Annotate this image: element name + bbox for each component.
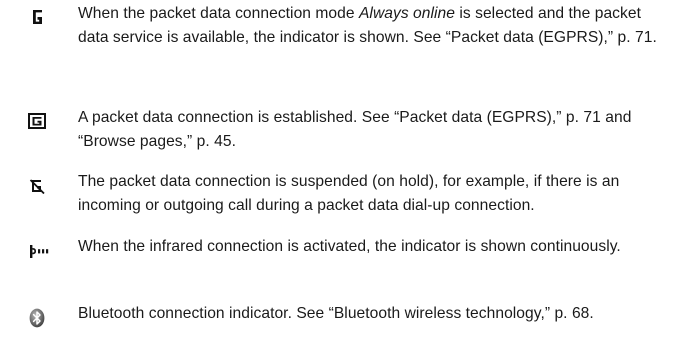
indicator-description: When the packet data connection mode Alw… bbox=[78, 5, 657, 46]
indicator-description: The packet data connection is suspended … bbox=[78, 173, 620, 214]
indicator-description: Bluetooth connection indicator. See “Blu… bbox=[78, 305, 594, 322]
packet-data-established-icon bbox=[28, 111, 46, 131]
packet-data-available-icon bbox=[28, 7, 46, 27]
packet-data-suspended-icon bbox=[28, 176, 46, 196]
indicator-description: A packet data connection is established.… bbox=[78, 109, 632, 150]
bluetooth-icon bbox=[28, 308, 46, 328]
indicator-description: When the infrared connection is activate… bbox=[78, 238, 621, 255]
infrared-icon bbox=[28, 241, 50, 261]
